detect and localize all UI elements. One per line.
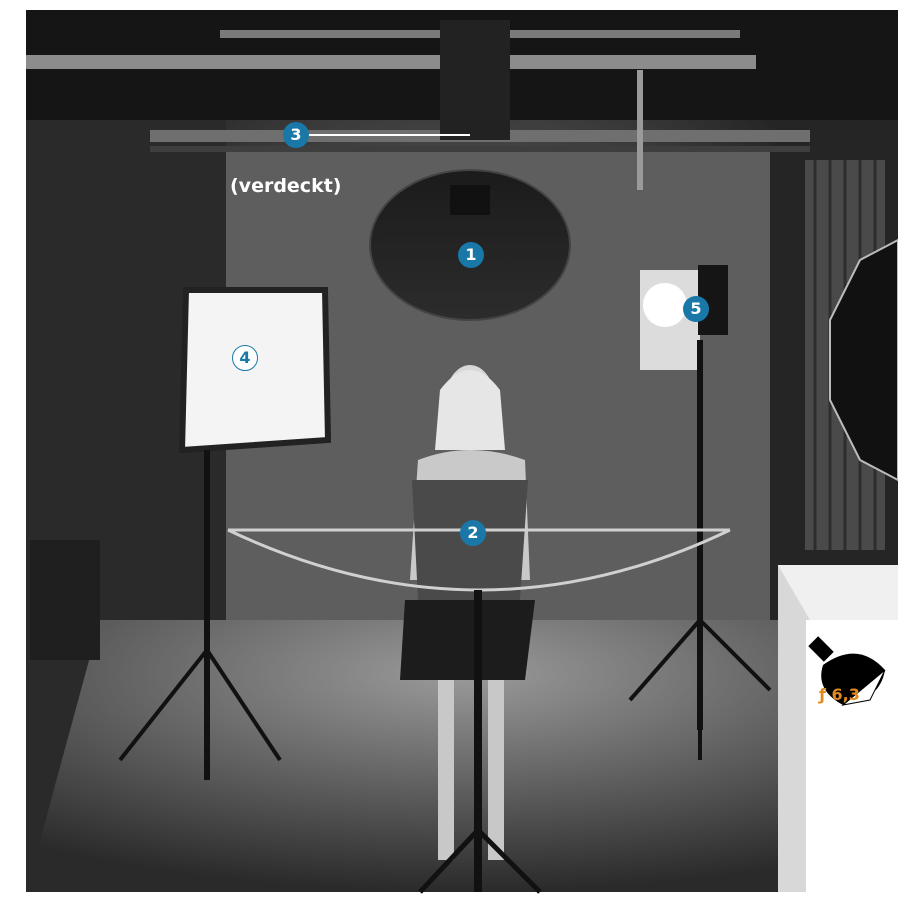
light-diagram-panel: [778, 565, 898, 892]
marker-2: 2: [460, 520, 486, 546]
marker-3: 3: [283, 122, 309, 148]
hidden-note: (verdeckt): [230, 175, 342, 197]
studio-photo: [0, 0, 898, 905]
marker-1: 1: [458, 242, 484, 268]
marker-4: 4: [232, 345, 258, 371]
softbox-left: [178, 287, 332, 454]
aperture-label: ƒ 6,3: [819, 685, 860, 704]
marker-5: 5: [683, 296, 709, 322]
